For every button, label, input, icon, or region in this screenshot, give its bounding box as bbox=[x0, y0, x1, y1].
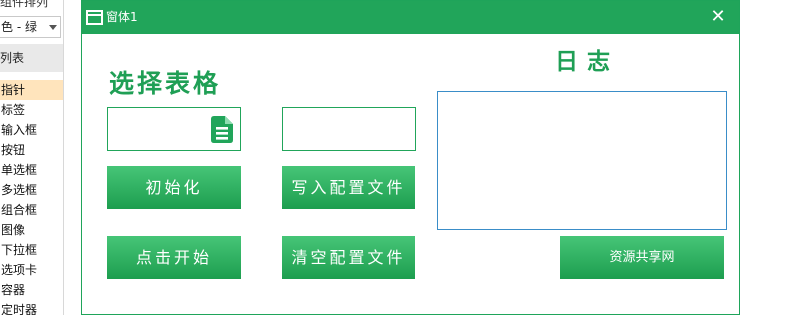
window-title: 窗体1 bbox=[106, 10, 138, 24]
component-item-dropdown[interactable]: 下拉框 bbox=[0, 240, 63, 260]
config-field[interactable] bbox=[282, 107, 416, 151]
component-item-groupbox[interactable]: 组合框 bbox=[0, 200, 63, 220]
log-textarea[interactable] bbox=[437, 91, 727, 230]
component-item-container[interactable]: 容器 bbox=[0, 280, 63, 300]
color-scheme-select[interactable]: 色 - 绿 bbox=[0, 16, 61, 38]
select-table-heading: 选择表格 bbox=[109, 69, 222, 98]
init-button[interactable]: 初始化 bbox=[107, 166, 241, 209]
component-item-timer[interactable]: 定时器 bbox=[0, 300, 63, 315]
component-item-input[interactable]: 输入框 bbox=[0, 120, 63, 140]
list-section-header[interactable]: 列表 bbox=[0, 44, 63, 72]
form-window: 窗体1 ✕ 选择表格 日志 初始化 写入配置文件 点击开始 清空配置文件 资源共… bbox=[81, 0, 740, 315]
resource-share-button[interactable]: 资源共享网 bbox=[560, 236, 724, 279]
table-path-field[interactable] bbox=[107, 107, 241, 151]
component-item-label[interactable]: 标签 bbox=[0, 100, 63, 120]
component-list: 指针 标签 输入框 按钮 单选框 多选框 组合框 图像 下拉框 选项卡 容器 定… bbox=[0, 80, 63, 315]
component-item-tabs[interactable]: 选项卡 bbox=[0, 260, 63, 280]
color-scheme-value: 色 - 绿 bbox=[1, 20, 37, 34]
component-item-image[interactable]: 图像 bbox=[0, 220, 63, 240]
component-item-checkbox[interactable]: 多选框 bbox=[0, 180, 63, 200]
clear-config-button[interactable]: 清空配置文件 bbox=[282, 236, 415, 279]
write-config-button[interactable]: 写入配置文件 bbox=[282, 166, 415, 209]
component-item-button[interactable]: 按钮 bbox=[0, 140, 63, 160]
chevron-down-icon[interactable] bbox=[49, 25, 57, 30]
start-button[interactable]: 点击开始 bbox=[107, 236, 241, 279]
panel-title: 组件排列 bbox=[0, 0, 49, 9]
component-item-radio[interactable]: 单选框 bbox=[0, 160, 63, 180]
component-panel: 组件排列 色 - 绿 列表 指针 标签 输入框 按钮 单选框 多选框 组合框 图… bbox=[0, 0, 64, 315]
close-button[interactable]: ✕ bbox=[710, 8, 726, 26]
window-icon bbox=[86, 10, 103, 25]
component-item-pointer[interactable]: 指针 bbox=[0, 80, 63, 100]
window-titlebar[interactable]: 窗体1 ✕ bbox=[82, 1, 739, 34]
file-icon[interactable] bbox=[211, 116, 233, 143]
log-heading: 日志 bbox=[555, 48, 619, 75]
